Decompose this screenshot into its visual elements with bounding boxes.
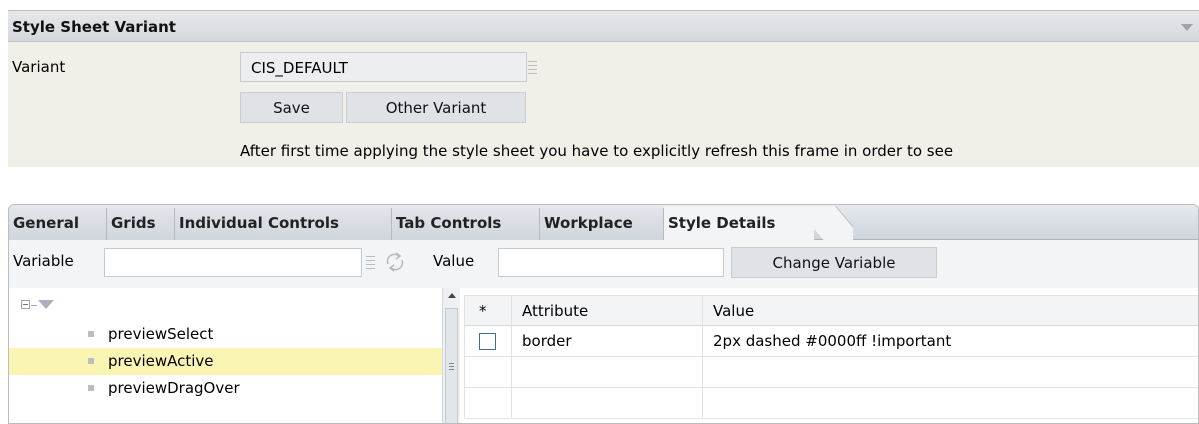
value-cell[interactable] [702,356,1198,388]
style-tabs-panel: General Grids Individual Controls Tab Co… [8,204,1199,424]
tab-workplace[interactable]: Workplace [540,208,664,240]
tab-style-details[interactable]: Style Details [664,206,814,241]
tree-root-node[interactable] [21,298,61,312]
style-tree: previewSelect previewActive previewDragO… [9,288,442,423]
tree-connector [31,305,37,306]
value-input[interactable] [498,248,724,277]
row-select-cell[interactable] [464,387,512,419]
panel-title: Style Sheet Variant [12,18,176,36]
change-variable-button[interactable]: Change Variable [731,247,937,278]
tab-label: Workplace [544,214,633,232]
table-row[interactable] [464,356,1198,388]
value-label: Value [433,252,475,270]
tree-item-label: previewSelect [108,325,214,343]
save-button[interactable]: Save [240,92,343,123]
bullet-icon [88,331,94,337]
collapse-triangle-icon[interactable] [1181,24,1193,31]
tree-item-label: previewActive [108,352,214,370]
variant-label: Variant [12,58,66,76]
grip-icon [449,363,454,370]
panel-header: Style Sheet Variant [8,11,1199,42]
tab-label: Individual Controls [179,214,339,232]
bullet-icon [88,385,94,391]
row-select-cell[interactable] [464,356,512,388]
tab-strip: General Grids Individual Controls Tab Co… [9,205,1198,241]
tree-item-label: previewDragOver [108,379,240,397]
table-header-row: * Attribute Value [464,295,1198,326]
other-variant-button[interactable]: Other Variant [346,92,526,123]
refresh-hint-text: After first time applying the style shee… [240,142,954,160]
tab-general[interactable]: General [9,208,107,240]
row-select-cell[interactable] [464,325,512,357]
tab-label: Tab Controls [396,214,502,232]
refresh-icon[interactable] [384,251,406,273]
attribute-table: * Attribute Value border 2px dashed #000… [464,295,1198,419]
tab-grids[interactable]: Grids [107,208,175,240]
row-checkbox[interactable] [479,333,496,350]
tab-individual-controls[interactable]: Individual Controls [175,208,392,240]
scroll-thumb[interactable] [445,308,458,423]
tab-label: Grids [111,214,156,232]
tree-item-preview-drag-over[interactable]: previewDragOver [9,375,442,402]
variable-label: Variable [13,252,74,270]
table-row[interactable] [464,387,1198,419]
column-header-value[interactable]: Value [702,295,1198,326]
attribute-cell[interactable] [511,356,703,388]
folder-icon [38,300,54,309]
attribute-cell[interactable] [511,387,703,419]
variable-toolbar: Variable Value Change Variable [9,240,1198,288]
value-help-icon[interactable] [366,256,375,269]
column-header-attribute[interactable]: Attribute [511,295,703,326]
tab-edge [813,206,853,241]
tree-item-preview-active[interactable]: previewActive [9,348,442,375]
column-header-select-all[interactable]: * [464,295,512,326]
variable-input[interactable] [104,248,362,277]
attribute-cell[interactable]: border [511,325,703,357]
bullet-icon [88,358,94,364]
tab-label: General [13,214,79,232]
value-help-icon[interactable] [528,61,537,74]
scroll-up-icon[interactable] [448,293,456,298]
expand-icon[interactable] [21,300,30,309]
tab-tab-controls[interactable]: Tab Controls [392,208,540,240]
variant-field[interactable]: CIS_DEFAULT [240,52,527,82]
tree-item-preview-select[interactable]: previewSelect [9,321,442,348]
style-sheet-variant-panel: Style Sheet Variant Variant CIS_DEFAULT … [8,10,1199,167]
value-cell[interactable]: 2px dashed #0000ff !important [702,325,1198,357]
value-cell[interactable] [702,387,1198,419]
tab-label: Style Details [668,214,776,232]
tree-scrollbar[interactable] [442,288,460,423]
table-row[interactable]: border 2px dashed #0000ff !important [464,325,1198,357]
